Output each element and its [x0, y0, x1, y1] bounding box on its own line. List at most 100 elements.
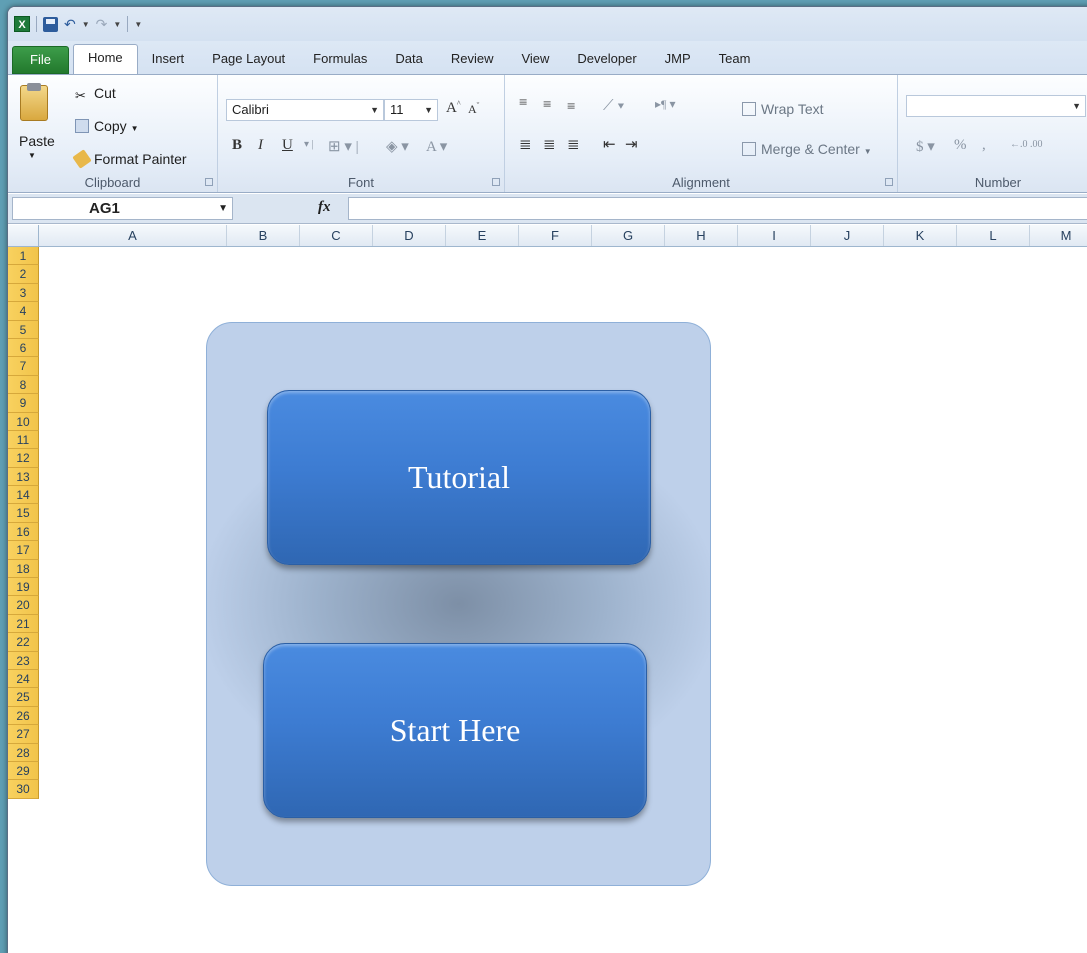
tab-formulas[interactable]: Formulas: [299, 46, 381, 74]
tab-file[interactable]: File: [12, 46, 69, 74]
font-launcher-icon[interactable]: [492, 178, 500, 186]
alignment-launcher-icon[interactable]: [885, 178, 893, 186]
percent-icon[interactable]: %: [954, 137, 967, 154]
shrink-font-icon[interactable]: Aˇ: [468, 101, 479, 117]
paste-dropdown-icon[interactable]: ▼: [28, 151, 36, 160]
column-header-b[interactable]: B: [227, 225, 300, 246]
row-header[interactable]: 6: [8, 338, 39, 358]
row-header[interactable]: 27: [8, 725, 39, 744]
column-header-l[interactable]: L: [957, 225, 1030, 246]
grow-font-icon[interactable]: A^: [446, 99, 461, 117]
tab-developer[interactable]: Developer: [563, 46, 650, 74]
number-format-combo[interactable]: ▼: [906, 95, 1086, 117]
row-header[interactable]: 24: [8, 669, 39, 689]
column-header-m[interactable]: M: [1030, 225, 1087, 246]
row-header[interactable]: 5: [8, 320, 39, 339]
copy-dropdown-icon[interactable]: ▼: [131, 124, 139, 133]
column-header-k[interactable]: K: [884, 225, 957, 246]
italic-icon[interactable]: I: [258, 137, 263, 154]
merge-center-button[interactable]: Merge & Center ▼: [742, 141, 872, 157]
paste-icon[interactable]: [20, 83, 48, 121]
column-header-f[interactable]: F: [519, 225, 592, 246]
tab-review[interactable]: Review: [437, 46, 508, 74]
comma-icon[interactable]: ,: [982, 137, 986, 154]
align-center-icon[interactable]: ≣: [543, 135, 556, 154]
row-header[interactable]: 7: [8, 357, 39, 376]
row-header[interactable]: 13: [8, 467, 39, 487]
row-header[interactable]: 4: [8, 302, 39, 321]
row-header[interactable]: 14: [8, 486, 39, 505]
tutorial-button[interactable]: Tutorial: [267, 390, 651, 565]
row-header[interactable]: 23: [8, 651, 39, 670]
row-header[interactable]: 19: [8, 578, 39, 597]
row-header[interactable]: 3: [8, 283, 39, 303]
row-header[interactable]: 29: [8, 761, 39, 781]
bold-icon[interactable]: B: [232, 137, 242, 154]
redo-icon[interactable]: ↷: [96, 16, 108, 33]
tab-jmp[interactable]: JMP: [651, 46, 705, 74]
font-size-combo[interactable]: 11 ▼: [384, 99, 438, 121]
row-header[interactable]: 2: [8, 265, 39, 284]
column-header-h[interactable]: H: [665, 225, 738, 246]
row-header[interactable]: 10: [8, 412, 39, 431]
column-header-j[interactable]: J: [811, 225, 884, 246]
column-header-a[interactable]: A: [39, 225, 227, 246]
number-format-dropdown-icon[interactable]: ▼: [1072, 96, 1081, 116]
tab-insert[interactable]: Insert: [138, 46, 199, 74]
start-here-button[interactable]: Start Here: [263, 643, 647, 818]
undo-icon[interactable]: ↶: [64, 16, 76, 33]
column-header-d[interactable]: D: [373, 225, 446, 246]
increase-decimal-icon[interactable]: ←.0 .00: [1010, 139, 1043, 150]
merge-dropdown-icon[interactable]: ▼: [864, 147, 872, 156]
paste-button[interactable]: Paste: [19, 133, 55, 149]
font-color-icon[interactable]: A ▾: [426, 137, 447, 156]
column-header-g[interactable]: G: [592, 225, 665, 246]
insert-function-icon[interactable]: fx: [318, 199, 331, 216]
excel-app-icon[interactable]: X: [14, 16, 30, 32]
row-header[interactable]: 12: [8, 449, 39, 468]
bottom-align-icon[interactable]: ≡: [567, 99, 575, 116]
row-header[interactable]: 30: [8, 780, 39, 799]
wrap-text-button[interactable]: Wrap Text: [742, 101, 824, 117]
align-left-icon[interactable]: ≣: [519, 135, 532, 154]
increase-indent-icon[interactable]: ⇥: [625, 135, 638, 154]
row-header[interactable]: 18: [8, 559, 39, 579]
row-header[interactable]: 16: [8, 522, 39, 542]
column-header-c[interactable]: C: [300, 225, 373, 246]
tab-data[interactable]: Data: [381, 46, 436, 74]
cut-button[interactable]: ✂ Cut: [75, 85, 116, 103]
tab-home[interactable]: Home: [72, 44, 138, 74]
text-direction-icon[interactable]: ▸¶ ▾: [655, 97, 675, 112]
font-name-combo[interactable]: Calibri ▼: [226, 99, 384, 121]
row-header[interactable]: 22: [8, 633, 39, 652]
top-align-icon[interactable]: ≡: [519, 95, 527, 112]
undo-dropdown-icon[interactable]: ▼: [82, 20, 90, 29]
font-name-dropdown-icon[interactable]: ▼: [370, 100, 379, 120]
customize-qat-icon[interactable]: ▼: [134, 20, 142, 29]
row-header[interactable]: 26: [8, 706, 39, 726]
copy-button[interactable]: Copy ▼: [75, 118, 139, 134]
underline-icon[interactable]: U: [282, 137, 293, 154]
save-icon[interactable]: [43, 16, 58, 32]
borders-icon[interactable]: ⊞ ▾ |: [328, 137, 359, 156]
currency-icon[interactable]: $ ▾: [916, 137, 935, 156]
row-header[interactable]: 25: [8, 688, 39, 707]
clipboard-launcher-icon[interactable]: [205, 178, 213, 186]
underline-dropdown-icon[interactable]: ▾ |: [304, 139, 314, 150]
row-header[interactable]: 1: [8, 247, 39, 266]
name-box-dropdown-icon[interactable]: ▼: [218, 198, 228, 219]
orientation-icon[interactable]: ⟋ ▾: [603, 97, 625, 115]
tab-team[interactable]: Team: [705, 46, 765, 74]
row-header[interactable]: 28: [8, 743, 39, 762]
fill-color-icon[interactable]: ◈ ▾: [386, 137, 409, 156]
decrease-indent-icon[interactable]: ⇤: [603, 135, 616, 154]
tab-view[interactable]: View: [507, 46, 563, 74]
column-header-e[interactable]: E: [446, 225, 519, 246]
format-painter-button[interactable]: Format Painter: [72, 149, 187, 169]
select-all-corner[interactable]: [8, 225, 39, 246]
row-header[interactable]: 8: [8, 375, 39, 395]
middle-align-icon[interactable]: ≡: [543, 97, 551, 114]
tab-page-layout[interactable]: Page Layout: [198, 46, 299, 74]
row-header[interactable]: 15: [8, 504, 39, 523]
font-size-dropdown-icon[interactable]: ▼: [424, 100, 433, 120]
